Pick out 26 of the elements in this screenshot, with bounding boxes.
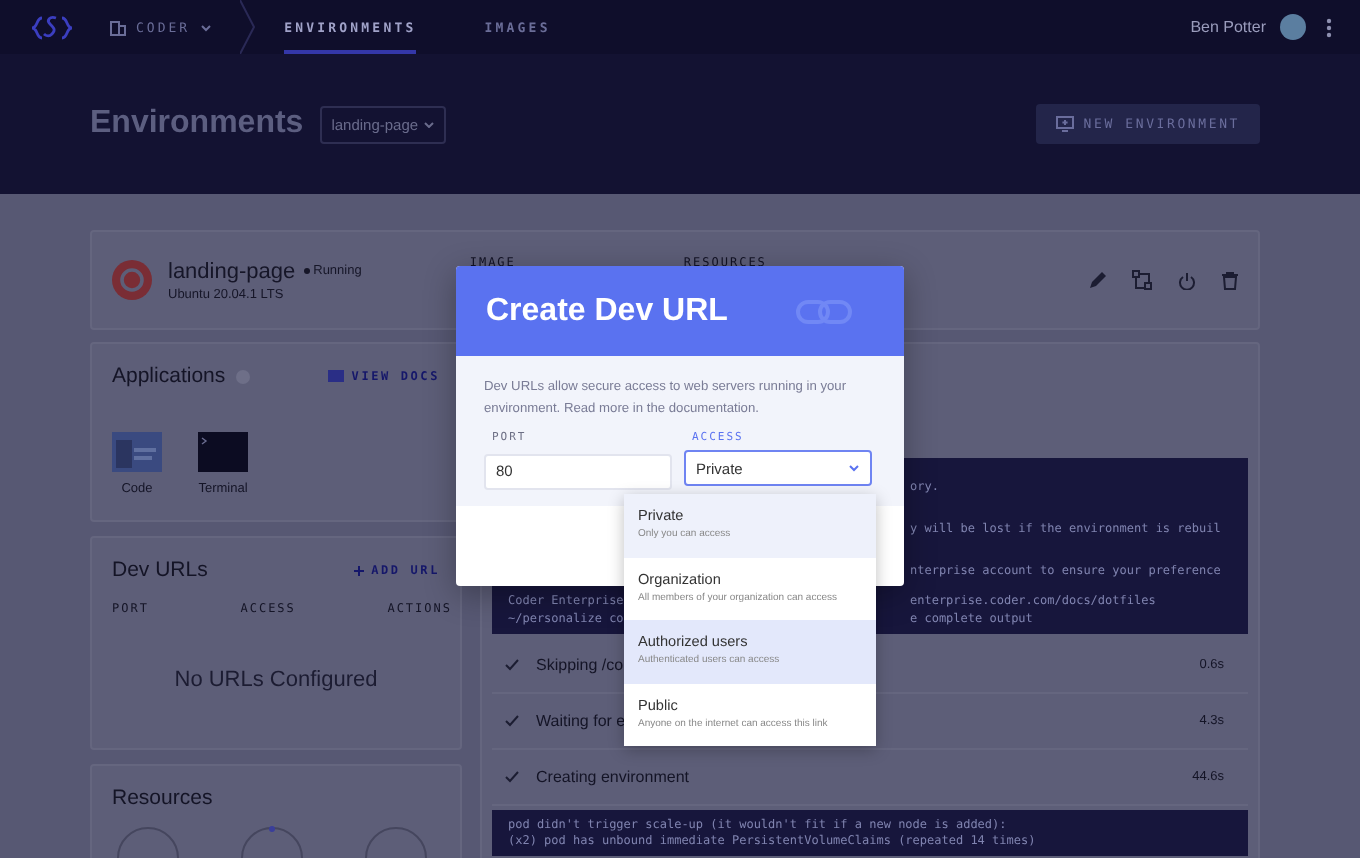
status-dot-icon <box>303 268 310 274</box>
ubuntu-logo-icon <box>112 260 152 300</box>
card-title: Resources <box>112 786 213 810</box>
plus-icon <box>353 565 364 575</box>
more-options-icon[interactable] <box>1326 17 1332 37</box>
terminal-icon <box>198 432 248 472</box>
card-title: Dev URLs <box>112 558 208 582</box>
user-avatar[interactable] <box>1280 14 1306 40</box>
building-icon <box>110 19 126 35</box>
dialog-title: Create Dev URL <box>486 293 728 329</box>
user-name: Ben Potter <box>1190 18 1266 36</box>
chevron-down-icon <box>848 464 860 472</box>
logo-icon[interactable] <box>30 11 74 43</box>
caret-icon <box>200 23 213 31</box>
breadcrumb-separator-icon <box>240 0 257 54</box>
monitor-plus-icon <box>1055 116 1074 132</box>
power-icon[interactable] <box>1178 271 1196 289</box>
caret-icon <box>424 121 435 127</box>
page-title: Environments <box>90 106 304 142</box>
edit-icon[interactable] <box>1088 271 1106 289</box>
card-title: Applications <box>112 364 226 388</box>
code-editor-icon <box>112 432 162 472</box>
trash-icon[interactable] <box>1222 271 1238 289</box>
empty-message: No URLs Configured <box>172 666 380 696</box>
environment-name: landing-page <box>168 259 296 283</box>
branch-icon[interactable] <box>1132 270 1152 290</box>
